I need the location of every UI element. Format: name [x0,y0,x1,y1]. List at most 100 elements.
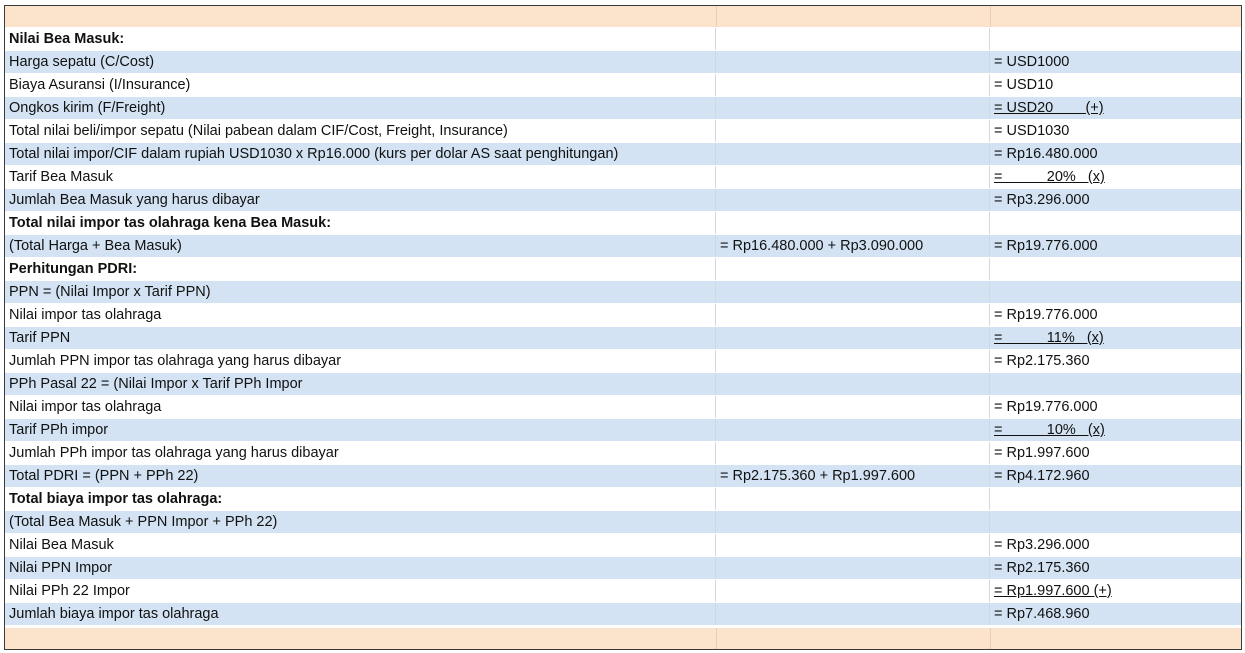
label-cell[interactable]: Perhitungan PDRI: [5,258,716,280]
formula-cell[interactable] [716,350,990,372]
value-cell[interactable]: = Rp4.172.960 [990,465,1241,487]
label-cell[interactable]: Jumlah biaya impor tas olahraga [5,603,716,625]
formula-cell[interactable] [716,258,990,280]
label-cell[interactable]: Nilai impor tas olahraga [5,396,716,418]
table-row: Nilai Bea Masuk = Rp3.296.000 [5,533,1241,556]
header-band [5,6,1241,27]
formula-cell[interactable] [716,442,990,464]
table-row: Tarif Bea Masuk = 20% (x) [5,165,1241,188]
table-row: Total PDRI = (PPN + PPh 22) = Rp2.175.360… [5,464,1241,487]
value-text: = 20% (x) [994,169,1105,185]
formula-cell[interactable] [716,488,990,510]
value-cell[interactable]: = Rp2.175.360 [990,350,1241,372]
formula-cell[interactable] [716,580,990,602]
label-cell[interactable]: Total nilai beli/impor sepatu (Nilai pab… [5,120,716,142]
table-row: PPh Pasal 22 = (Nilai Impor x Tarif PPh … [5,372,1241,395]
label-cell[interactable]: Nilai Bea Masuk [5,534,716,556]
value-cell[interactable]: = Rp7.468.960 [990,603,1241,625]
formula-cell[interactable] [716,212,990,234]
formula-cell[interactable] [716,373,990,395]
formula-cell[interactable] [716,419,990,441]
formula-cell[interactable] [716,97,990,119]
value-text: = USD1000 [994,54,1070,70]
label-cell[interactable]: Harga sepatu (C/Cost) [5,51,716,73]
label-cell[interactable]: Jumlah Bea Masuk yang harus dibayar [5,189,716,211]
formula-cell[interactable]: = Rp16.480.000 + Rp3.090.000 [716,235,990,257]
value-cell[interactable]: = Rp16.480.000 [990,143,1241,165]
value-cell[interactable]: = USD10 [990,74,1241,96]
formula-cell[interactable] [716,51,990,73]
label-cell[interactable]: (Total Bea Masuk + PPN Impor + PPh 22) [5,511,716,533]
label-cell[interactable]: Nilai PPh 22 Impor [5,580,716,602]
value-cell[interactable] [990,488,1241,510]
value-cell[interactable]: = USD1030 [990,120,1241,142]
table-row: Tarif PPN = 11% (x) [5,326,1241,349]
value-cell[interactable]: = 20% (x) [990,166,1241,188]
label-cell[interactable]: Tarif PPN [5,327,716,349]
value-text: = Rp7.468.960 [994,606,1090,622]
table-row: Tarif PPh impor = 10% (x) [5,418,1241,441]
label-cell[interactable]: Jumlah PPN impor tas olahraga yang harus… [5,350,716,372]
value-cell[interactable]: = Rp2.175.360 [990,557,1241,579]
value-cell[interactable]: = Rp19.776.000 [990,235,1241,257]
table-row: Biaya Asuransi (I/Insurance) = USD10 [5,73,1241,96]
label-cell[interactable]: Nilai Bea Masuk: [5,28,716,50]
formula-cell[interactable]: = Rp2.175.360 + Rp1.997.600 [716,465,990,487]
label-cell[interactable]: Jumlah PPh impor tas olahraga yang harus… [5,442,716,464]
value-cell[interactable]: = Rp1.997.600 [990,442,1241,464]
value-cell[interactable] [990,373,1241,395]
label-cell[interactable]: PPh Pasal 22 = (Nilai Impor x Tarif PPh … [5,373,716,395]
formula-cell[interactable] [716,28,990,50]
label-cell[interactable]: Ongkos kirim (F/Freight) [5,97,716,119]
label-cell[interactable]: Nilai PPN Impor [5,557,716,579]
table-row: Nilai PPh 22 Impor = Rp1.997.600 (+) [5,579,1241,602]
label-cell[interactable]: Total nilai impor/CIF dalam rupiah USD10… [5,143,716,165]
value-cell[interactable] [990,281,1241,303]
value-cell[interactable]: = Rp3.296.000 [990,189,1241,211]
formula-cell[interactable] [716,74,990,96]
value-cell[interactable]: = USD20 (+) [990,97,1241,119]
formula-cell[interactable] [716,603,990,625]
value-cell[interactable]: = 11% (x) [990,327,1241,349]
value-cell[interactable]: = USD1000 [990,51,1241,73]
value-cell[interactable]: = Rp3.296.000 [990,534,1241,556]
formula-cell[interactable] [716,557,990,579]
value-cell[interactable] [990,212,1241,234]
value-cell[interactable]: = Rp1.997.600 (+) [990,580,1241,602]
table-row: Nilai impor tas olahraga = Rp19.776.000 [5,395,1241,418]
value-text: = USD1030 [994,123,1070,139]
formula-cell[interactable] [716,534,990,556]
table-row: Ongkos kirim (F/Freight) = USD20 (+) [5,96,1241,119]
formula-cell[interactable] [716,281,990,303]
value-cell[interactable]: = Rp19.776.000 [990,396,1241,418]
value-cell[interactable] [990,258,1241,280]
label-cell[interactable]: (Total Harga + Bea Masuk) [5,235,716,257]
value-text: = USD10 [994,77,1054,93]
formula-cell[interactable] [716,304,990,326]
formula-cell[interactable] [716,511,990,533]
formula-cell[interactable] [716,143,990,165]
header-divider [716,6,717,27]
label-cell[interactable]: Total biaya impor tas olahraga: [5,488,716,510]
value-cell[interactable] [990,511,1241,533]
value-cell[interactable]: = 10% (x) [990,419,1241,441]
table-row: Total biaya impor tas olahraga: [5,487,1241,510]
value-cell[interactable] [990,28,1241,50]
value-text: = Rp19.776.000 [994,307,1098,323]
label-cell[interactable]: Total nilai impor tas olahraga kena Bea … [5,212,716,234]
value-text: = 10% (x) [994,422,1105,438]
table-row: Jumlah biaya impor tas olahraga = Rp7.468… [5,602,1241,625]
label-cell[interactable]: Biaya Asuransi (I/Insurance) [5,74,716,96]
value-text: = Rp3.296.000 [994,192,1090,208]
label-cell[interactable]: Tarif Bea Masuk [5,166,716,188]
value-cell[interactable]: = Rp19.776.000 [990,304,1241,326]
label-cell[interactable]: Total PDRI = (PPN + PPh 22) [5,465,716,487]
formula-cell[interactable] [716,120,990,142]
formula-cell[interactable] [716,189,990,211]
label-cell[interactable]: Tarif PPh impor [5,419,716,441]
formula-cell[interactable] [716,396,990,418]
label-cell[interactable]: Nilai impor tas olahraga [5,304,716,326]
label-cell[interactable]: PPN = (Nilai Impor x Tarif PPN) [5,281,716,303]
formula-cell[interactable] [716,327,990,349]
formula-cell[interactable] [716,166,990,188]
